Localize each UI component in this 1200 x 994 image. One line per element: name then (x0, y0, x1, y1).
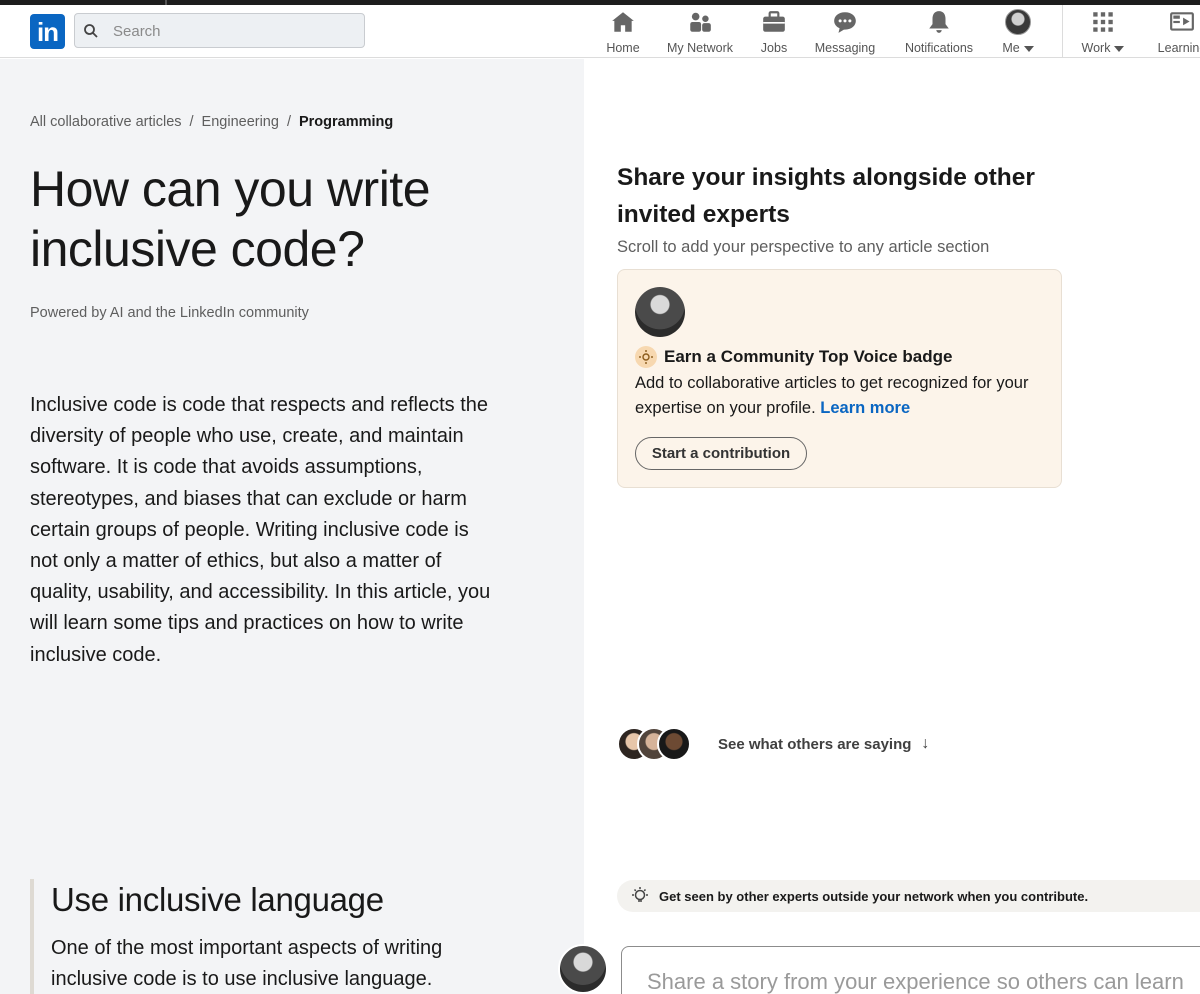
breadcrumb-separator: / (286, 114, 291, 130)
search-input[interactable] (113, 20, 353, 42)
nav-notifications[interactable]: Notifications (899, 9, 979, 57)
home-icon (612, 12, 634, 32)
nav-home[interactable]: Home (602, 9, 644, 57)
lightbulb-badge-icon (635, 346, 657, 368)
nav-jobs[interactable]: Jobs (756, 9, 792, 57)
see-others-row[interactable]: See what others are saying ↓ (617, 727, 929, 761)
powered-by-text: Powered by AI and the LinkedIn community (30, 305, 309, 321)
badge-description: Add to collaborative articles to get rec… (635, 371, 1045, 421)
top-navbar: in Home My Network Jobs Messaging Notifi… (0, 5, 1200, 58)
grid-icon (1093, 12, 1113, 32)
nav-label-my-network: My Network (667, 41, 733, 55)
chevron-down-icon (1023, 45, 1034, 52)
breadcrumb-link-engineering[interactable]: Engineering (202, 114, 279, 130)
lightbulb-icon (632, 887, 648, 902)
search-icon (84, 24, 98, 38)
nav-messaging[interactable]: Messaging (810, 9, 880, 57)
breadcrumb-separator: / (189, 114, 194, 130)
share-heading: Share your insights alongside other invi… (617, 164, 1035, 228)
section-text: One of the most important aspects of wri… (51, 937, 443, 990)
page-title: How can you write inclusive code? (30, 161, 431, 277)
nav-label-home: Home (606, 41, 640, 55)
article-intro: Inclusive code is code that respects and… (30, 394, 491, 666)
nav-work[interactable]: Work (1077, 9, 1129, 57)
messaging-icon (834, 12, 856, 33)
nav-label-me: Me (1002, 41, 1020, 55)
arrow-down-icon: ↓ (921, 735, 930, 752)
nav-me[interactable]: Me (997, 9, 1039, 57)
contribution-sidebar: Share your insights alongside other invi… (558, 59, 1200, 994)
article-section: Use inclusive language One of the most i… (30, 879, 540, 994)
nav-label-jobs: Jobs (760, 41, 788, 55)
bell-icon (929, 11, 949, 33)
breadcrumb-current: Programming (298, 114, 394, 130)
network-icon (690, 12, 711, 32)
learning-icon (1170, 12, 1194, 31)
nav-my-network[interactable]: My Network (662, 9, 738, 57)
nav-label-messaging: Messaging (814, 41, 876, 55)
avatar (657, 727, 691, 761)
breadcrumb: All collaborative articles / Engineering / P… (30, 114, 393, 130)
tip-text: Get seen by other experts outside your n… (659, 888, 1089, 904)
contribution-placeholder: Share a story from your experience so ot… (647, 969, 1184, 994)
search-box[interactable] (74, 13, 365, 48)
nav-label-work: Work (1081, 41, 1111, 55)
start-contribution-button[interactable]: Start a contribution (635, 437, 807, 470)
article-column: All collaborative articles / Engineering / P… (0, 59, 584, 994)
chevron-down-icon (1114, 45, 1125, 52)
nav-label-learning: Learning (1157, 41, 1200, 55)
share-subheading: Scroll to add your perspective to any ar… (617, 238, 990, 256)
contribution-tip: Get seen by other experts outside your n… (617, 880, 1200, 912)
see-others-label[interactable]: See what others are saying (718, 736, 911, 753)
top-voice-card: Earn a Community Top Voice badge Add to … (617, 269, 1062, 488)
badge-row: Earn a Community Top Voice badge (635, 346, 952, 368)
badge-title: Earn a Community Top Voice badge (664, 347, 953, 366)
avatar (635, 287, 685, 337)
learn-more-link[interactable]: Learn more (820, 399, 910, 417)
section-heading: Use inclusive language (51, 881, 384, 918)
linkedin-logo[interactable]: in (30, 14, 65, 49)
briefcase-icon (763, 11, 785, 32)
nav-divider (1062, 5, 1063, 58)
avatar (558, 944, 608, 994)
breadcrumb-link-all-articles[interactable]: All collaborative articles (30, 114, 182, 130)
contribution-input[interactable]: Share a story from your experience so ot… (621, 946, 1200, 994)
avatar (1005, 9, 1031, 35)
nav-label-notifications: Notifications (904, 41, 974, 55)
contributor-avatars (617, 727, 692, 761)
nav-learning[interactable]: Learning (1152, 9, 1200, 57)
